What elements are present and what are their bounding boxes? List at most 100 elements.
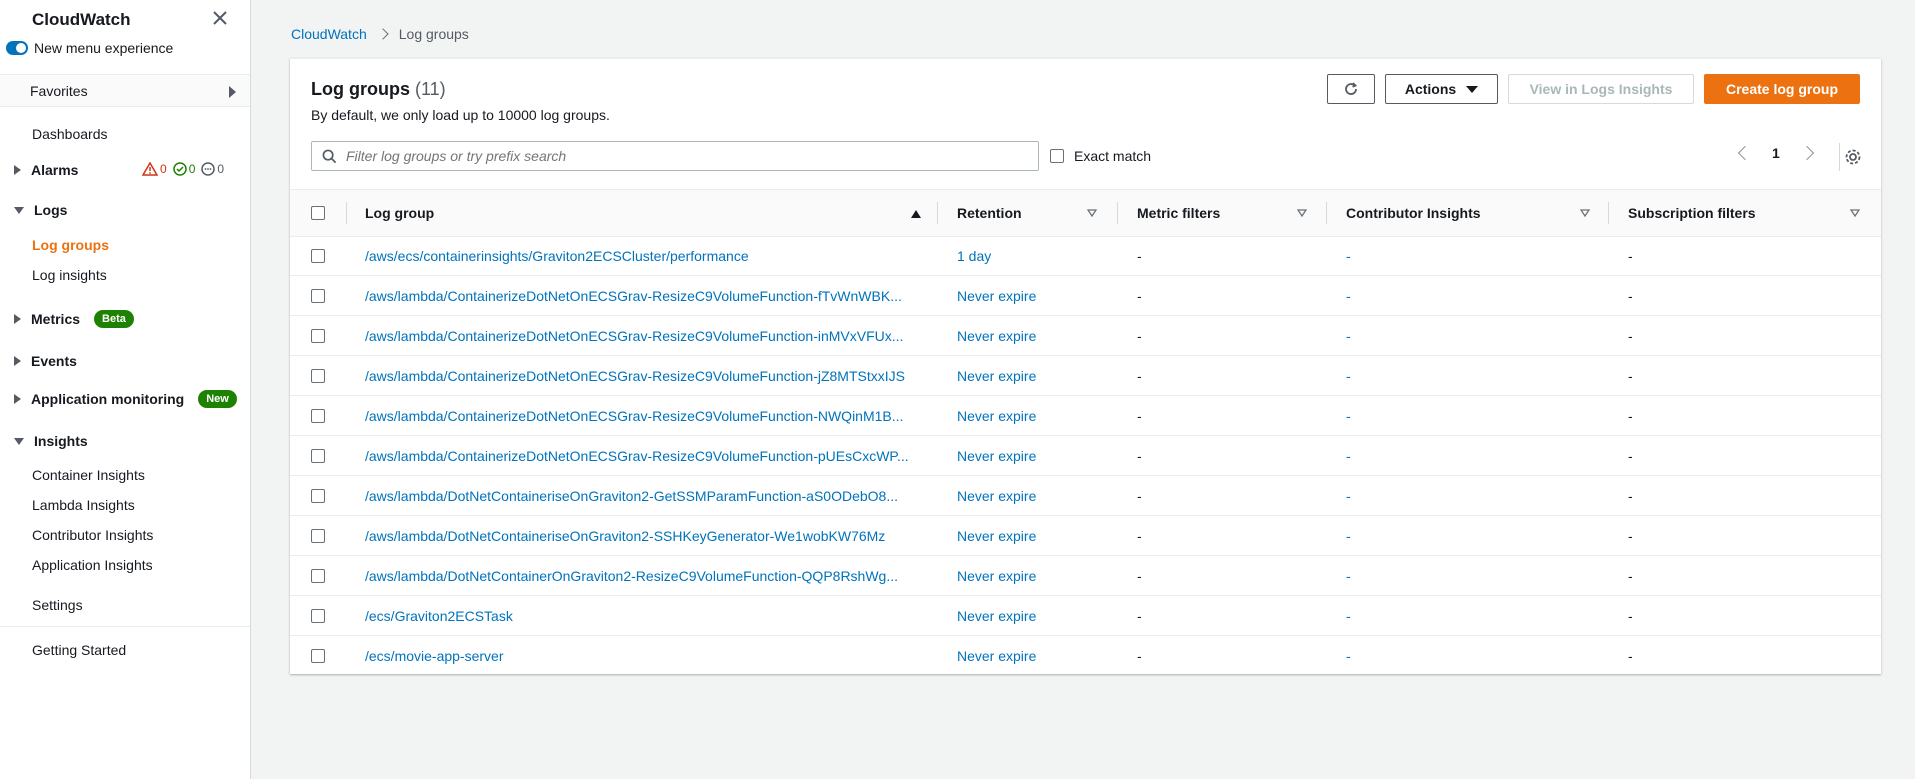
retention-link[interactable]: Never expire bbox=[957, 608, 1036, 624]
retention-link[interactable]: Never expire bbox=[957, 368, 1036, 384]
retention-link[interactable]: Never expire bbox=[957, 328, 1036, 344]
contributor-insights-link[interactable]: - bbox=[1346, 408, 1351, 424]
row-checkbox[interactable] bbox=[311, 489, 325, 503]
sidebar-section-events[interactable]: Events bbox=[14, 353, 77, 369]
column-header-metric-filters[interactable]: Metric filters bbox=[1137, 190, 1327, 236]
exact-match-checkbox[interactable] bbox=[1050, 149, 1064, 163]
table-row[interactable]: /aws/lambda/ContainerizeDotNetOnECSGrav-… bbox=[290, 316, 1881, 356]
search-box[interactable] bbox=[311, 141, 1039, 171]
contributor-insights-link[interactable]: - bbox=[1346, 488, 1351, 504]
retention-link[interactable]: 1 day bbox=[957, 248, 991, 264]
select-all-cell[interactable] bbox=[311, 190, 325, 236]
row-checkbox[interactable] bbox=[311, 609, 325, 623]
table-row[interactable]: /aws/lambda/DotNetContaineriseOnGraviton… bbox=[290, 516, 1881, 556]
sidebar-item-contributor-insights[interactable]: Contributor Insights bbox=[32, 527, 153, 543]
contributor-insights-link[interactable]: - bbox=[1346, 568, 1351, 584]
contributor-insights-link[interactable]: - bbox=[1346, 528, 1351, 544]
table-row[interactable]: /aws/lambda/DotNetContaineriseOnGraviton… bbox=[290, 476, 1881, 516]
table-row[interactable]: /ecs/movie-app-server Never expire - - - bbox=[290, 636, 1881, 676]
retention-link[interactable]: Never expire bbox=[957, 568, 1036, 584]
exact-match-option[interactable]: Exact match bbox=[1050, 148, 1151, 164]
log-group-link[interactable]: /aws/lambda/ContainerizeDotNetOnECSGrav-… bbox=[365, 316, 903, 356]
column-header-log-group[interactable]: Log group bbox=[365, 190, 921, 236]
contributor-insights-link[interactable]: - bbox=[1346, 608, 1351, 624]
ok-state-count[interactable]: 0 bbox=[172, 162, 195, 176]
retention-link[interactable]: Never expire bbox=[957, 448, 1036, 464]
log-group-link[interactable]: /aws/lambda/ContainerizeDotNetOnECSGrav-… bbox=[365, 436, 909, 476]
log-group-link[interactable]: /aws/lambda/ContainerizeDotNetOnECSGrav-… bbox=[365, 276, 902, 316]
sidebar-item-container-insights[interactable]: Container Insights bbox=[32, 467, 145, 483]
log-group-link[interactable]: /aws/lambda/DotNetContaineriseOnGraviton… bbox=[365, 476, 898, 516]
row-checkbox[interactable] bbox=[311, 329, 325, 343]
breadcrumb: CloudWatch Log groups bbox=[291, 26, 469, 42]
sidebar-item-dashboards[interactable]: Dashboards bbox=[32, 126, 108, 142]
log-group-link[interactable]: /aws/lambda/DotNetContaineriseOnGraviton… bbox=[365, 516, 885, 556]
table-row[interactable]: /aws/lambda/ContainerizeDotNetOnECSGrav-… bbox=[290, 276, 1881, 316]
table-row[interactable]: /aws/lambda/ContainerizeDotNetOnECSGrav-… bbox=[290, 396, 1881, 436]
table-row[interactable]: /ecs/Graviton2ECSTask Never expire - - - bbox=[290, 596, 1881, 636]
contributor-insights-link[interactable]: - bbox=[1346, 248, 1351, 264]
close-icon[interactable] bbox=[210, 8, 230, 28]
toggle-switch[interactable] bbox=[6, 41, 28, 55]
sidebar-item-lambda-insights[interactable]: Lambda Insights bbox=[32, 497, 135, 513]
row-checkbox[interactable] bbox=[311, 249, 325, 263]
log-group-link[interactable]: /aws/lambda/DotNetContainerOnGraviton2-R… bbox=[365, 556, 898, 596]
table-row[interactable]: /aws/ecs/containerinsights/Graviton2ECSC… bbox=[290, 236, 1881, 276]
contributor-insights-link[interactable]: - bbox=[1346, 448, 1351, 464]
table-row[interactable]: /aws/lambda/ContainerizeDotNetOnECSGrav-… bbox=[290, 436, 1881, 476]
sidebar-item-log-insights[interactable]: Log insights bbox=[32, 267, 107, 283]
sidebar-section-insights[interactable]: Insights bbox=[14, 433, 88, 449]
search-input[interactable] bbox=[346, 148, 1026, 164]
row-checkbox[interactable] bbox=[311, 409, 325, 423]
select-all-checkbox[interactable] bbox=[311, 206, 325, 220]
retention-link[interactable]: Never expire bbox=[957, 408, 1036, 424]
sidebar-section-alarms[interactable]: Alarms bbox=[14, 162, 78, 178]
log-group-link[interactable]: /ecs/movie-app-server bbox=[365, 636, 504, 676]
insufficient-state-count[interactable]: 0 bbox=[201, 162, 224, 176]
sidebar-item-application-insights[interactable]: Application Insights bbox=[32, 557, 153, 573]
log-group-link[interactable]: /ecs/Graviton2ECSTask bbox=[365, 596, 513, 636]
contributor-insights-link[interactable]: - bbox=[1346, 328, 1351, 344]
row-checkbox[interactable] bbox=[311, 569, 325, 583]
contributor-insights-link[interactable]: - bbox=[1346, 648, 1351, 664]
alarm-state-count[interactable]: 0 bbox=[142, 162, 167, 176]
retention-link[interactable]: Never expire bbox=[957, 528, 1036, 544]
log-group-link[interactable]: /aws/lambda/ContainerizeDotNetOnECSGrav-… bbox=[365, 396, 903, 436]
contributor-insights-link[interactable]: - bbox=[1346, 368, 1351, 384]
row-checkbox[interactable] bbox=[311, 369, 325, 383]
column-header-subscription-filters[interactable]: Subscription filters bbox=[1628, 190, 1868, 236]
subscription-filters-value: - bbox=[1628, 448, 1633, 464]
favorites-section[interactable]: Favorites bbox=[0, 74, 250, 107]
new-menu-toggle-row[interactable]: New menu experience bbox=[6, 40, 173, 56]
table-row[interactable]: /aws/lambda/ContainerizeDotNetOnECSGrav-… bbox=[290, 356, 1881, 396]
search-icon bbox=[322, 149, 337, 163]
sidebar-item-log-groups[interactable]: Log groups bbox=[32, 237, 109, 253]
breadcrumb-cloudwatch-link[interactable]: CloudWatch bbox=[291, 26, 367, 42]
row-checkbox[interactable] bbox=[311, 289, 325, 303]
contributor-insights-link[interactable]: - bbox=[1346, 288, 1351, 304]
row-checkbox[interactable] bbox=[311, 649, 325, 663]
retention-link[interactable]: Never expire bbox=[957, 648, 1036, 664]
create-log-group-button[interactable]: Create log group bbox=[1704, 74, 1860, 104]
sidebar-item-settings[interactable]: Settings bbox=[32, 597, 83, 613]
sidebar-item-getting-started[interactable]: Getting Started bbox=[32, 642, 126, 658]
page-number[interactable]: 1 bbox=[1772, 145, 1780, 161]
retention-link[interactable]: Never expire bbox=[957, 488, 1036, 504]
log-group-link[interactable]: /aws/lambda/ContainerizeDotNetOnECSGrav-… bbox=[365, 356, 905, 396]
sidebar-section-logs[interactable]: Logs bbox=[14, 202, 67, 218]
sidebar-section-metrics[interactable]: Metrics Beta bbox=[14, 310, 134, 328]
column-header-contributor-insights[interactable]: Contributor Insights bbox=[1346, 190, 1606, 236]
refresh-button[interactable] bbox=[1327, 74, 1375, 104]
log-group-link[interactable]: /aws/ecs/containerinsights/Graviton2ECSC… bbox=[365, 236, 749, 276]
table-row[interactable]: /aws/lambda/DotNetContainerOnGraviton2-R… bbox=[290, 556, 1881, 596]
actions-dropdown-button[interactable]: Actions bbox=[1385, 74, 1498, 104]
chevron-left-icon[interactable] bbox=[1737, 145, 1753, 161]
view-in-logs-insights-button[interactable]: View in Logs Insights bbox=[1508, 74, 1694, 104]
row-checkbox[interactable] bbox=[311, 449, 325, 463]
row-checkbox[interactable] bbox=[311, 529, 325, 543]
gear-icon[interactable] bbox=[1840, 144, 1866, 170]
column-header-retention[interactable]: Retention bbox=[957, 190, 1117, 236]
chevron-right-icon[interactable] bbox=[1799, 145, 1814, 161]
sidebar-section-application-monitoring[interactable]: Application monitoring New bbox=[14, 390, 237, 408]
retention-link[interactable]: Never expire bbox=[957, 288, 1036, 304]
